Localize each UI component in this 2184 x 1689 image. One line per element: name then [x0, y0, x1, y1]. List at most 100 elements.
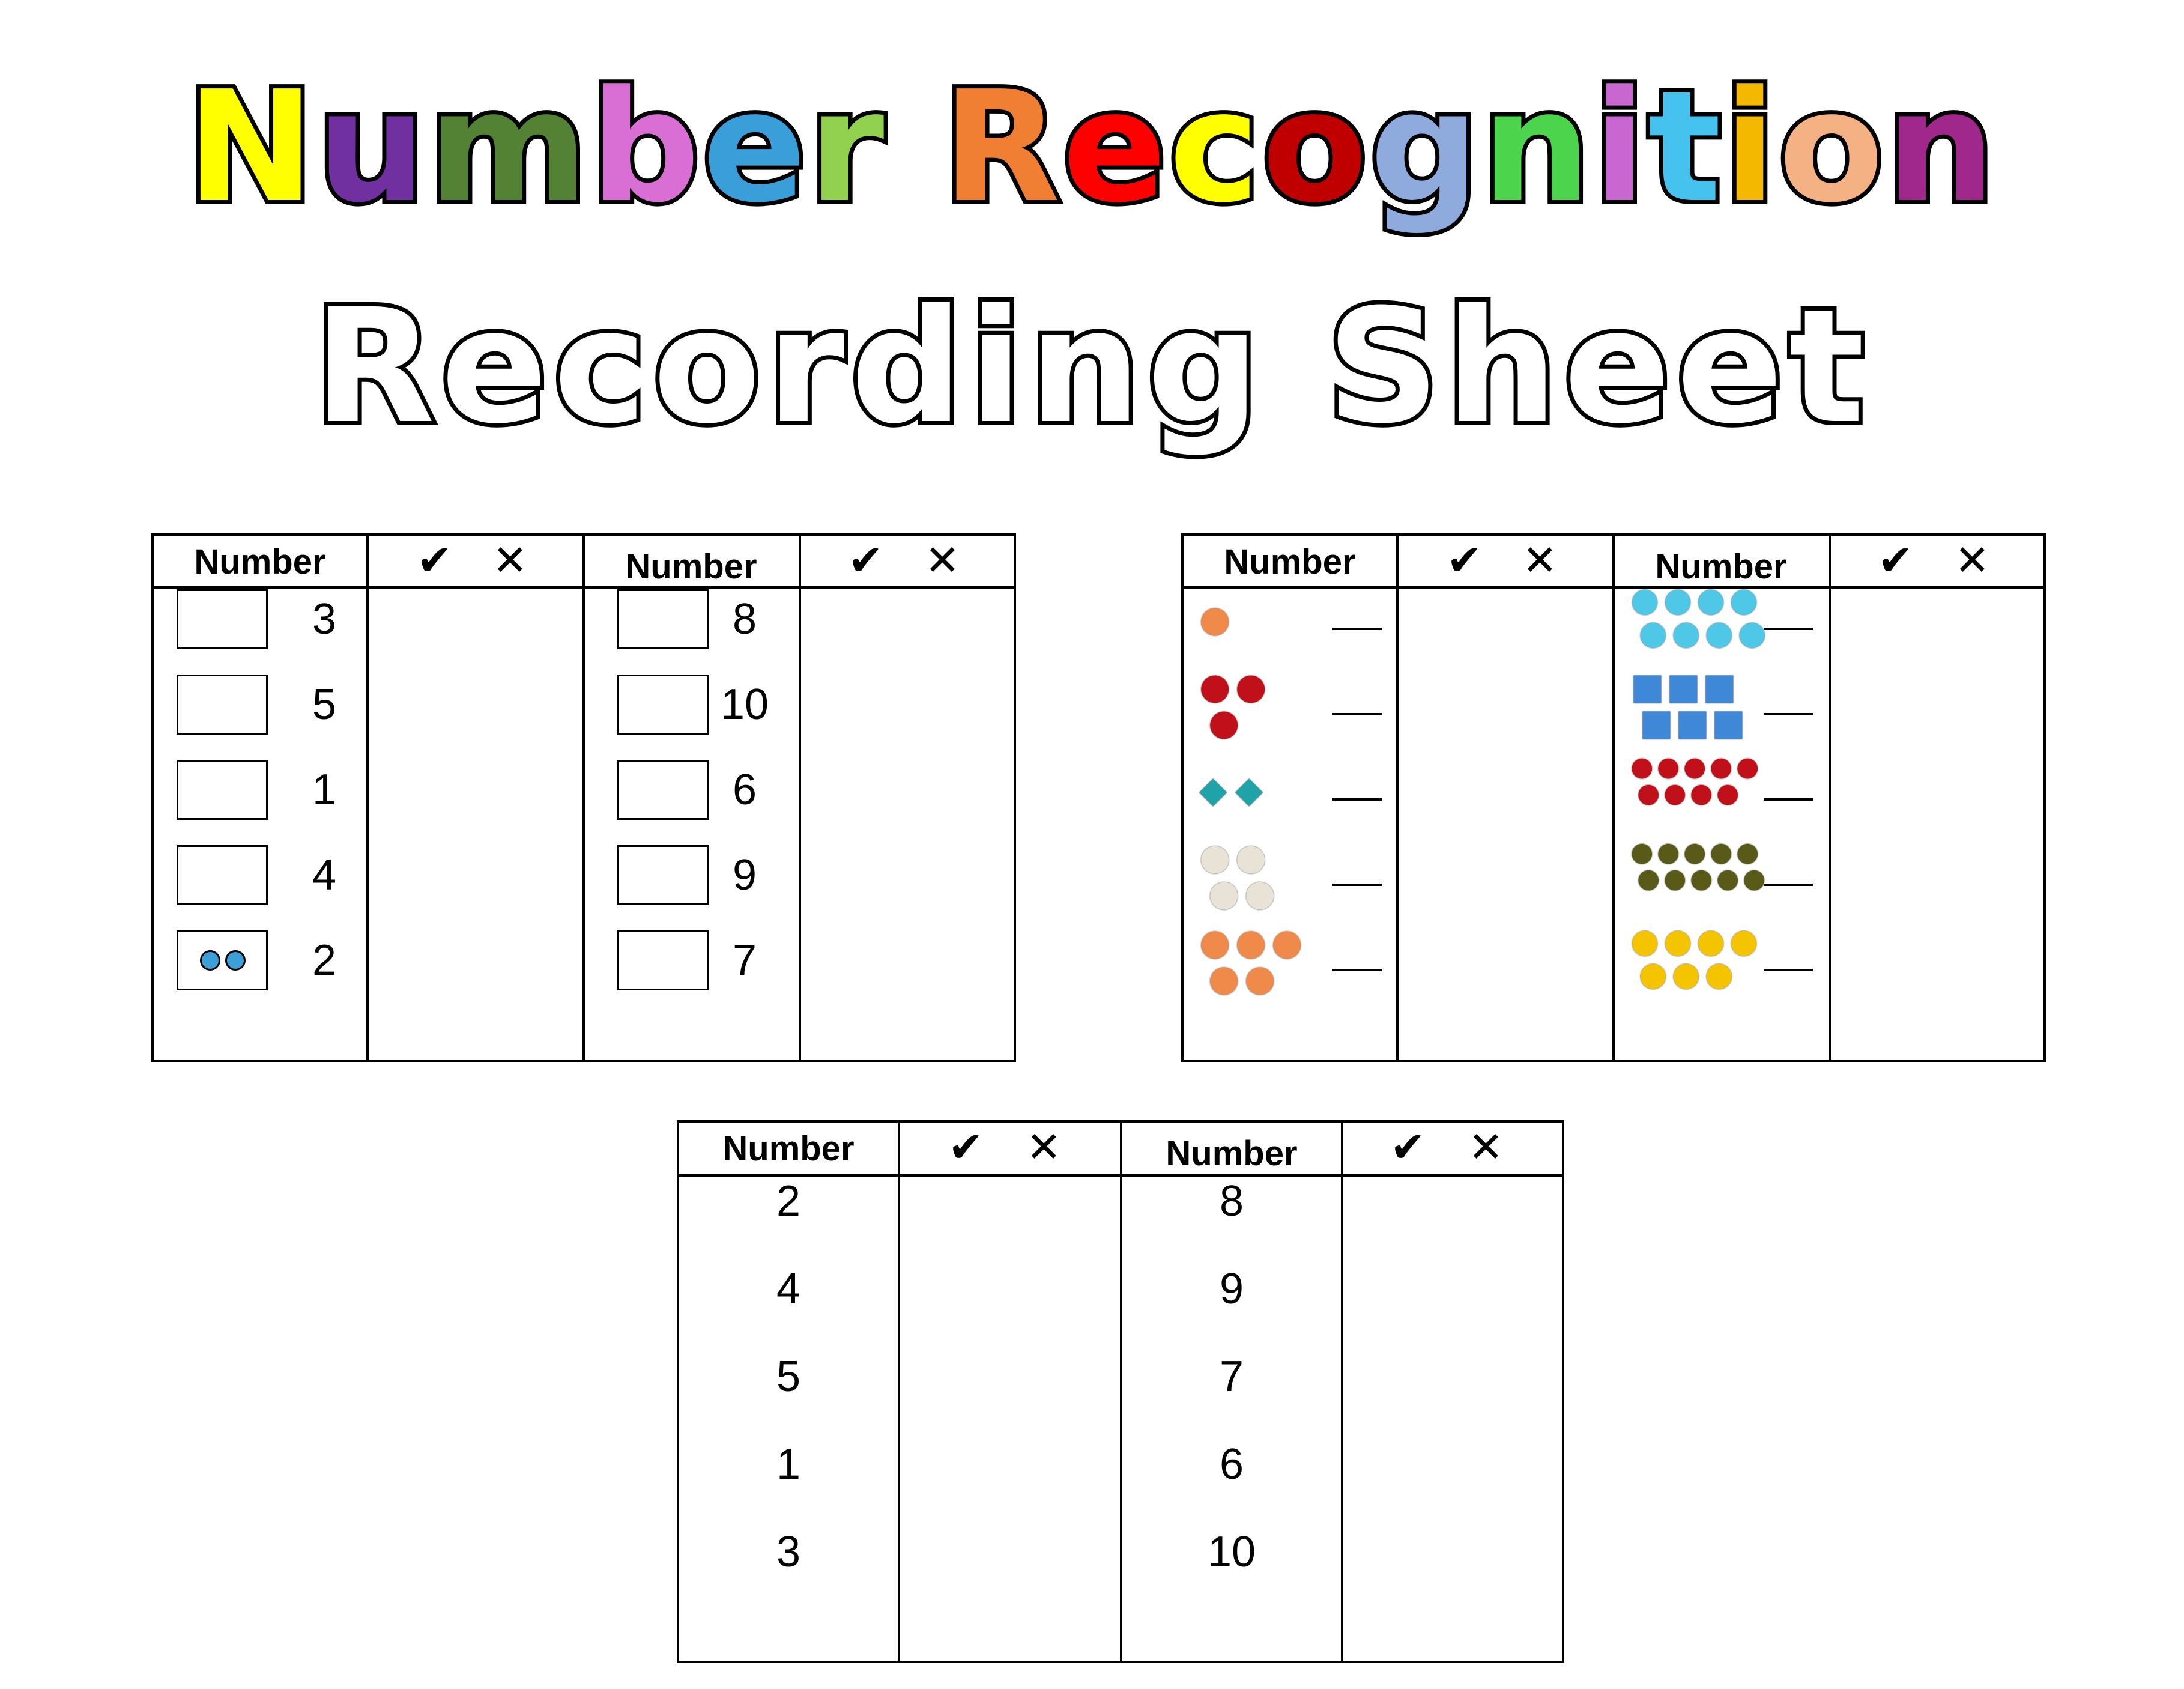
ice-cube-icon: ■ — [1639, 702, 1674, 744]
check-icon: ✔ — [1390, 1123, 1426, 1172]
peach-icon: ● — [1244, 957, 1276, 999]
recording-table-boxes: Number Number ✔ ✕ ✔ ✕ 3 5 1 4 2 8 10 6 9 7 — [151, 533, 1016, 1062]
title-recording-sheet: Recording Sheet — [309, 275, 1871, 458]
count-box — [177, 845, 268, 905]
number-label: 5 — [776, 1353, 801, 1401]
check-icon: ✔ — [848, 536, 883, 585]
peach-icon: ● — [1199, 921, 1231, 963]
yellow-apple-icon: ● ● ● ● ● ● ● — [1630, 924, 1768, 996]
garlic-icon: ● — [1208, 872, 1240, 914]
butterfly-icon: ◆ — [1199, 769, 1227, 811]
number-label: 8 — [1219, 1177, 1244, 1225]
bird-icon: ● — [1630, 580, 1659, 619]
title-letter: e — [698, 58, 811, 237]
title-letter: n — [1882, 58, 2000, 237]
cherry-icon: ● — [1690, 778, 1713, 808]
column-header-number: Number — [194, 542, 326, 581]
number-label: 6 — [1219, 1440, 1244, 1488]
olive-icon: ● — [1710, 837, 1733, 867]
answer-line — [1332, 713, 1382, 715]
bird-icon: ● — [1663, 580, 1692, 619]
peach-icon: ● — [1208, 957, 1240, 999]
yellow-apple-icon: ● — [1704, 954, 1734, 993]
answer-line — [1764, 798, 1813, 801]
cherry-icon: ● — [1235, 666, 1267, 708]
yellow-apple-icon: ● — [1729, 921, 1758, 960]
answer-line — [1332, 628, 1382, 630]
cherry-icon: ● ● ● — [1199, 669, 1337, 741]
count-box — [617, 845, 709, 905]
olive-icon: ● ● ● ● ● ● ● ● ● ● — [1630, 839, 1768, 911]
count-box — [177, 930, 268, 990]
ice-cube-icon: ■ ■ ■ ■ ■ ■ — [1630, 669, 1768, 741]
cross-icon: ✕ — [1522, 536, 1558, 585]
title-letter: N — [182, 58, 318, 237]
answer-line — [1332, 798, 1382, 801]
count-box — [617, 760, 709, 820]
peach-icon: ● — [1235, 921, 1267, 963]
number-label: 8 — [732, 595, 757, 643]
cross-icon: ✕ — [492, 536, 528, 585]
count-box — [617, 675, 709, 735]
answer-line — [1764, 713, 1813, 715]
cherry-icon: ● — [1683, 751, 1707, 782]
number-label: 4 — [312, 851, 337, 899]
cherry-icon: ● — [1637, 778, 1660, 808]
bird-icon: ● ● ● ● ● ● ● ● — [1630, 583, 1768, 655]
butterfly-icon: ◆ — [1235, 769, 1263, 811]
count-box — [177, 760, 268, 820]
olive-icon: ● — [1630, 837, 1654, 867]
answer-line — [1764, 884, 1813, 886]
title-letter: c — [1165, 58, 1264, 237]
number-label: 2 — [776, 1177, 801, 1225]
title-letter: i — [1719, 58, 1780, 237]
garlic-icon: ● — [1244, 872, 1276, 914]
count-box — [617, 930, 709, 990]
number-label: 5 — [312, 681, 337, 729]
title-letter: m — [424, 58, 592, 237]
title-letter: n — [1477, 58, 1595, 237]
count-box — [177, 675, 268, 735]
column-header-number: Number — [625, 547, 757, 586]
cherry-icon: ● — [1199, 666, 1231, 708]
ice-cube-icon: ■ — [1666, 666, 1701, 708]
title-number-recognition: Number Recognition — [0, 58, 2184, 237]
check-icon: ✔ — [417, 536, 452, 585]
check-icon: ✔ — [1447, 536, 1482, 585]
olive-icon: ● — [1663, 863, 1687, 894]
answer-line — [1764, 969, 1813, 971]
cherry-icon: ● ● ● ● ● ● ● ● ● — [1630, 754, 1768, 826]
answer-line — [1764, 628, 1813, 630]
cherry-icon: ● — [1663, 778, 1687, 808]
cherry-icon: ● — [1710, 751, 1733, 782]
number-label: 7 — [1219, 1353, 1244, 1401]
peach-icon: ● — [1271, 921, 1303, 963]
title-letter: R — [938, 58, 1064, 237]
number-label: 3 — [776, 1528, 801, 1576]
cross-icon: ✕ — [925, 536, 960, 585]
garlic-icon: ● — [1235, 836, 1267, 878]
yellow-apple-icon: ● — [1638, 954, 1668, 993]
title-letter: u — [313, 58, 431, 237]
check-icon: ✔ — [948, 1123, 984, 1172]
peach-icon: ● — [1199, 598, 1231, 640]
answer-line — [1332, 884, 1382, 886]
title-letter: b — [586, 58, 704, 237]
number-label: 9 — [732, 851, 757, 899]
yellow-apple-icon: ● — [1663, 921, 1692, 960]
cross-icon: ✕ — [1026, 1123, 1062, 1172]
title-letter: i — [1589, 58, 1650, 237]
butterfly-icon: ◆ ◆ — [1199, 754, 1337, 826]
yellow-apple-icon: ● — [1671, 954, 1701, 993]
title-letter: g — [1366, 58, 1484, 237]
column-header-number: Number — [1224, 542, 1356, 581]
recording-table-numbers: Number Number ✔ ✕ ✔ ✕ 2 4 5 1 3 8 9 7 6 10 — [677, 1120, 1564, 1663]
bird-icon: ● — [1704, 613, 1734, 652]
number-label: 10 — [720, 681, 769, 729]
cherry-icon: ● — [1657, 751, 1680, 782]
garlic-icon: ● ● ● ● — [1199, 839, 1337, 911]
cherry-icon: ● — [1716, 778, 1740, 808]
bird-icon: ● — [1638, 613, 1668, 652]
answer-line — [1332, 969, 1382, 971]
number-label: 10 — [1207, 1528, 1256, 1576]
